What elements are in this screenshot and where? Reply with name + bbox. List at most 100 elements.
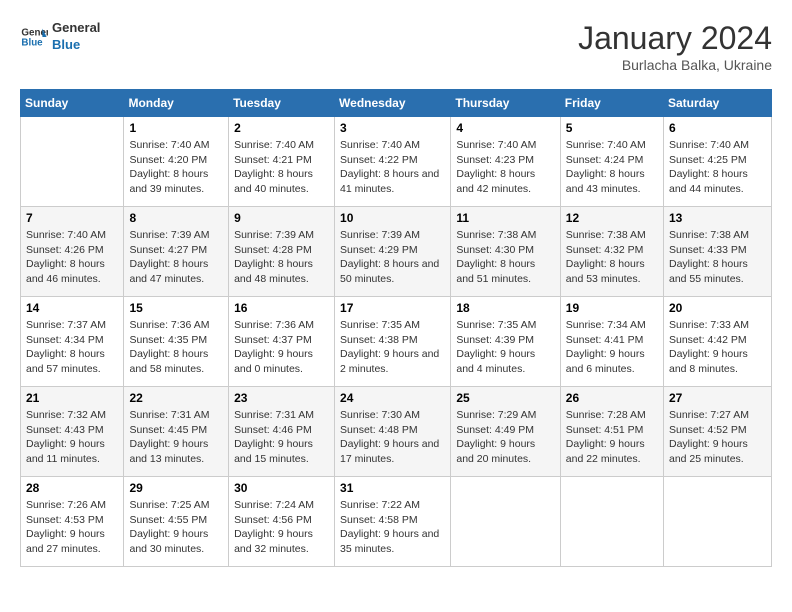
- calendar-day-cell: 23 Sunrise: 7:31 AMSunset: 4:46 PMDayligh…: [229, 387, 335, 477]
- day-header-monday: Monday: [124, 90, 229, 117]
- day-detail: Sunrise: 7:31 AMSunset: 4:45 PMDaylight:…: [129, 408, 223, 467]
- calendar-day-cell: [451, 477, 560, 567]
- day-number: 27: [669, 391, 766, 405]
- calendar-header-row: SundayMondayTuesdayWednesdayThursdayFrid…: [21, 90, 772, 117]
- day-detail: Sunrise: 7:36 AMSunset: 4:37 PMDaylight:…: [234, 318, 329, 377]
- day-header-saturday: Saturday: [664, 90, 772, 117]
- day-number: 18: [456, 301, 554, 315]
- day-number: 12: [566, 211, 658, 225]
- day-number: 17: [340, 301, 445, 315]
- day-number: 8: [129, 211, 223, 225]
- calendar-day-cell: 1 Sunrise: 7:40 AMSunset: 4:20 PMDaylight…: [124, 117, 229, 207]
- calendar-day-cell: [664, 477, 772, 567]
- calendar-day-cell: 13 Sunrise: 7:38 AMSunset: 4:33 PMDayligh…: [664, 207, 772, 297]
- calendar-week-row: 28 Sunrise: 7:26 AMSunset: 4:53 PMDayligh…: [21, 477, 772, 567]
- calendar-day-cell: 16 Sunrise: 7:36 AMSunset: 4:37 PMDayligh…: [229, 297, 335, 387]
- page-header: General Blue General Blue January 2024 B…: [20, 20, 772, 73]
- calendar-day-cell: 17Sunrise: 7:35 AMSunset: 4:38 PMDayligh…: [335, 297, 451, 387]
- day-number: 31: [340, 481, 445, 495]
- day-number: 5: [566, 121, 658, 135]
- day-number: 13: [669, 211, 766, 225]
- day-number: 6: [669, 121, 766, 135]
- calendar-day-cell: [21, 117, 124, 207]
- calendar-day-cell: 25 Sunrise: 7:29 AMSunset: 4:49 PMDayligh…: [451, 387, 560, 477]
- logo-blue: Blue: [52, 37, 100, 54]
- day-number: 16: [234, 301, 329, 315]
- day-detail: Sunrise: 7:38 AMSunset: 4:30 PMDaylight:…: [456, 228, 554, 287]
- day-detail: Sunrise: 7:24 AMSunset: 4:56 PMDaylight:…: [234, 498, 329, 557]
- calendar-day-cell: 27 Sunrise: 7:27 AMSunset: 4:52 PMDayligh…: [664, 387, 772, 477]
- day-detail: Sunrise: 7:40 AMSunset: 4:20 PMDaylight:…: [129, 138, 223, 197]
- day-detail: Sunrise: 7:40 AMSunset: 4:22 PMDaylight:…: [340, 138, 445, 197]
- day-number: 22: [129, 391, 223, 405]
- day-header-sunday: Sunday: [21, 90, 124, 117]
- calendar-day-cell: 30Sunrise: 7:24 AMSunset: 4:56 PMDayligh…: [229, 477, 335, 567]
- calendar-day-cell: 10 Sunrise: 7:39 AMSunset: 4:29 PMDayligh…: [335, 207, 451, 297]
- calendar-day-cell: 28 Sunrise: 7:26 AMSunset: 4:53 PMDayligh…: [21, 477, 124, 567]
- calendar-day-cell: 5 Sunrise: 7:40 AMSunset: 4:24 PMDaylight…: [560, 117, 663, 207]
- calendar-day-cell: 2 Sunrise: 7:40 AMSunset: 4:21 PMDaylight…: [229, 117, 335, 207]
- calendar-day-cell: 9 Sunrise: 7:39 AMSunset: 4:28 PMDaylight…: [229, 207, 335, 297]
- day-header-thursday: Thursday: [451, 90, 560, 117]
- day-number: 25: [456, 391, 554, 405]
- calendar-table: SundayMondayTuesdayWednesdayThursdayFrid…: [20, 89, 772, 567]
- day-number: 3: [340, 121, 445, 135]
- location-subtitle: Burlacha Balka, Ukraine: [578, 57, 772, 73]
- calendar-day-cell: 18Sunrise: 7:35 AMSunset: 4:39 PMDayligh…: [451, 297, 560, 387]
- day-detail: Sunrise: 7:27 AMSunset: 4:52 PMDaylight:…: [669, 408, 766, 467]
- day-detail: Sunrise: 7:40 AMSunset: 4:25 PMDaylight:…: [669, 138, 766, 197]
- day-detail: Sunrise: 7:22 AMSunset: 4:58 PMDaylight:…: [340, 498, 445, 557]
- day-detail: Sunrise: 7:34 AMSunset: 4:41 PMDaylight:…: [566, 318, 658, 377]
- day-number: 14: [26, 301, 118, 315]
- calendar-day-cell: 29Sunrise: 7:25 AMSunset: 4:55 PMDayligh…: [124, 477, 229, 567]
- day-number: 28: [26, 481, 118, 495]
- calendar-week-row: 7Sunrise: 7:40 AMSunset: 4:26 PMDaylight…: [21, 207, 772, 297]
- day-detail: Sunrise: 7:38 AMSunset: 4:32 PMDaylight:…: [566, 228, 658, 287]
- calendar-day-cell: 7Sunrise: 7:40 AMSunset: 4:26 PMDaylight…: [21, 207, 124, 297]
- day-number: 19: [566, 301, 658, 315]
- logo: General Blue General Blue: [20, 20, 100, 54]
- day-number: 4: [456, 121, 554, 135]
- calendar-day-cell: 22 Sunrise: 7:31 AMSunset: 4:45 PMDayligh…: [124, 387, 229, 477]
- calendar-day-cell: 26 Sunrise: 7:28 AMSunset: 4:51 PMDayligh…: [560, 387, 663, 477]
- day-number: 2: [234, 121, 329, 135]
- calendar-day-cell: 4 Sunrise: 7:40 AMSunset: 4:23 PMDaylight…: [451, 117, 560, 207]
- day-number: 21: [26, 391, 118, 405]
- calendar-week-row: 1 Sunrise: 7:40 AMSunset: 4:20 PMDaylight…: [21, 117, 772, 207]
- calendar-day-cell: 15Sunrise: 7:36 AMSunset: 4:35 PMDayligh…: [124, 297, 229, 387]
- day-number: 7: [26, 211, 118, 225]
- day-detail: Sunrise: 7:39 AMSunset: 4:28 PMDaylight:…: [234, 228, 329, 287]
- month-year-title: January 2024: [578, 20, 772, 57]
- day-detail: Sunrise: 7:31 AMSunset: 4:46 PMDaylight:…: [234, 408, 329, 467]
- calendar-day-cell: [560, 477, 663, 567]
- day-detail: Sunrise: 7:28 AMSunset: 4:51 PMDaylight:…: [566, 408, 658, 467]
- calendar-day-cell: 31 Sunrise: 7:22 AMSunset: 4:58 PMDayligh…: [335, 477, 451, 567]
- day-number: 11: [456, 211, 554, 225]
- calendar-week-row: 14Sunrise: 7:37 AMSunset: 4:34 PMDayligh…: [21, 297, 772, 387]
- day-number: 20: [669, 301, 766, 315]
- day-detail: Sunrise: 7:40 AMSunset: 4:24 PMDaylight:…: [566, 138, 658, 197]
- day-number: 10: [340, 211, 445, 225]
- day-detail: Sunrise: 7:25 AMSunset: 4:55 PMDaylight:…: [129, 498, 223, 557]
- day-detail: Sunrise: 7:33 AMSunset: 4:42 PMDaylight:…: [669, 318, 766, 377]
- day-detail: Sunrise: 7:40 AMSunset: 4:23 PMDaylight:…: [456, 138, 554, 197]
- day-number: 1: [129, 121, 223, 135]
- day-number: 24: [340, 391, 445, 405]
- calendar-week-row: 21 Sunrise: 7:32 AMSunset: 4:43 PMDayligh…: [21, 387, 772, 477]
- day-detail: Sunrise: 7:26 AMSunset: 4:53 PMDaylight:…: [26, 498, 118, 557]
- day-detail: Sunrise: 7:40 AMSunset: 4:21 PMDaylight:…: [234, 138, 329, 197]
- day-detail: Sunrise: 7:38 AMSunset: 4:33 PMDaylight:…: [669, 228, 766, 287]
- day-detail: Sunrise: 7:32 AMSunset: 4:43 PMDaylight:…: [26, 408, 118, 467]
- day-number: 23: [234, 391, 329, 405]
- calendar-day-cell: 3 Sunrise: 7:40 AMSunset: 4:22 PMDaylight…: [335, 117, 451, 207]
- day-detail: Sunrise: 7:39 AMSunset: 4:27 PMDaylight:…: [129, 228, 223, 287]
- calendar-day-cell: 11 Sunrise: 7:38 AMSunset: 4:30 PMDayligh…: [451, 207, 560, 297]
- calendar-day-cell: 12 Sunrise: 7:38 AMSunset: 4:32 PMDayligh…: [560, 207, 663, 297]
- day-number: 9: [234, 211, 329, 225]
- day-detail: Sunrise: 7:29 AMSunset: 4:49 PMDaylight:…: [456, 408, 554, 467]
- calendar-day-cell: 24 Sunrise: 7:30 AMSunset: 4:48 PMDayligh…: [335, 387, 451, 477]
- day-detail: Sunrise: 7:36 AMSunset: 4:35 PMDaylight:…: [129, 318, 223, 377]
- day-detail: Sunrise: 7:39 AMSunset: 4:29 PMDaylight:…: [340, 228, 445, 287]
- day-number: 26: [566, 391, 658, 405]
- day-detail: Sunrise: 7:30 AMSunset: 4:48 PMDaylight:…: [340, 408, 445, 467]
